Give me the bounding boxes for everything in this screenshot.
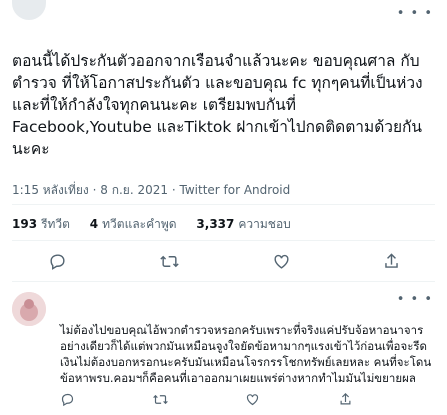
reply-like-button[interactable] bbox=[245, 392, 266, 407]
quotes-label: ทวีตและคำพูด bbox=[102, 217, 177, 231]
reply-retweet-button[interactable] bbox=[152, 392, 175, 407]
share-icon[interactable] bbox=[380, 250, 402, 272]
reply-icon[interactable] bbox=[46, 250, 68, 272]
tweet-date[interactable]: 8 ก.ย. 2021 bbox=[100, 183, 168, 197]
tweet-source[interactable]: Twitter for Android bbox=[180, 183, 291, 197]
likes-count: 3,337 bbox=[196, 217, 235, 231]
divider bbox=[12, 281, 435, 282]
tweet-stats: 193 รีทวีต 4 ทวีตและคำพูด 3,337 ความชอบ bbox=[12, 215, 307, 234]
tweet-actions bbox=[0, 250, 447, 276]
tweet-text: ตอนนี้ได้ประกันตัวออกจากเรือนจำแล้วนะคะ … bbox=[12, 52, 423, 158]
tweet-meta: 1:15 หลังเที่ยง · 8 ก.ย. 2021 · Twitter … bbox=[12, 181, 290, 200]
reply-actions bbox=[60, 392, 430, 412]
heart-icon[interactable] bbox=[270, 250, 292, 272]
meta-separator: · bbox=[92, 183, 97, 197]
retweet-icon[interactable] bbox=[158, 250, 180, 272]
likes-stat[interactable]: 3,337 ความชอบ bbox=[196, 217, 290, 231]
meta-separator: · bbox=[171, 183, 176, 197]
retweet-icon bbox=[153, 394, 168, 405]
tweet-time[interactable]: 1:15 หลังเที่ยง bbox=[12, 183, 89, 197]
retweets-stat[interactable]: 193 รีทวีต bbox=[12, 217, 70, 231]
retweets-label: รีทวีต bbox=[41, 217, 70, 231]
share-icon bbox=[340, 393, 351, 405]
author-avatar[interactable] bbox=[12, 0, 46, 20]
divider bbox=[12, 240, 435, 241]
heart-icon bbox=[246, 394, 259, 406]
reply-text: ไม่ต้องไปขอบคุณไอ้พวกตำรวจหรอกครับเพราะท… bbox=[60, 323, 432, 385]
quotes-stat[interactable]: 4 ทวีตและคำพูด bbox=[90, 217, 177, 231]
more-icon[interactable]: • • • bbox=[397, 6, 433, 21]
top-bar: • • • bbox=[0, 0, 447, 34]
reply-reply-button[interactable] bbox=[60, 392, 81, 407]
more-icon[interactable]: • • • bbox=[397, 292, 433, 307]
reply-icon bbox=[61, 393, 74, 407]
divider bbox=[12, 204, 435, 205]
quotes-count: 4 bbox=[89, 217, 99, 231]
retweets-count: 193 bbox=[12, 217, 38, 231]
likes-label: ความชอบ bbox=[238, 217, 291, 231]
reply-avatar[interactable] bbox=[12, 292, 46, 326]
reply-share-button[interactable] bbox=[338, 392, 353, 407]
